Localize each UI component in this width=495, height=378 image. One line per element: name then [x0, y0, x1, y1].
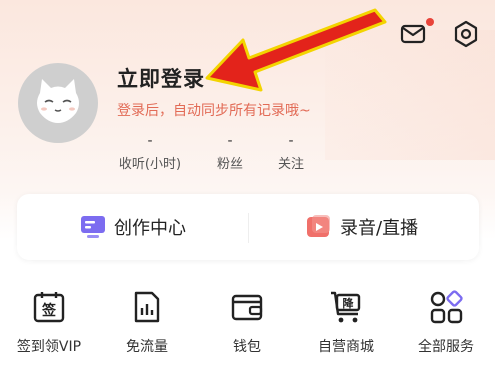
record-live-icon	[307, 215, 330, 237]
notification-dot	[426, 18, 434, 26]
stat-label: 关注	[277, 157, 304, 172]
stat-label: 粉丝	[216, 157, 243, 172]
annotation-arrow	[195, 0, 395, 110]
all-services-icon	[430, 290, 463, 324]
stat-following[interactable]: - 关注	[266, 131, 316, 172]
creator-center-icon	[81, 216, 105, 238]
stat-fans[interactable]: - 粉丝	[205, 131, 255, 172]
stat-value: -	[147, 133, 153, 149]
mall-cart-icon: 降	[331, 291, 361, 323]
creator-center-button[interactable]: 创作中心	[80, 212, 186, 242]
quick-free-data[interactable]: 免流量	[102, 290, 192, 356]
record-live-button[interactable]: 录音/直播	[306, 212, 418, 242]
stat-label: 收听(小时)	[118, 157, 182, 172]
avatar[interactable]	[18, 63, 98, 143]
login-title[interactable]: 立即登录	[117, 63, 205, 93]
quick-label: 签到领VIP	[16, 339, 82, 355]
svg-text:签: 签	[41, 302, 57, 319]
stat-value: -	[288, 133, 294, 149]
stat-listening-hours[interactable]: - 收听(小时)	[112, 131, 188, 172]
stat-value: -	[227, 133, 233, 149]
record-live-label: 录音/直播	[340, 218, 419, 239]
quick-label: 钱包	[233, 339, 261, 355]
quick-sign-in-vip[interactable]: 签 签到领VIP	[4, 290, 94, 356]
quick-label: 免流量	[126, 339, 168, 355]
quick-mall[interactable]: 降 自营商城	[301, 290, 391, 356]
card-divider	[248, 213, 249, 243]
wallet-icon	[231, 294, 263, 321]
quick-wallet[interactable]: 钱包	[202, 290, 292, 356]
creator-center-label: 创作中心	[114, 218, 186, 239]
settings-icon	[454, 20, 478, 48]
quick-label: 全部服务	[418, 339, 474, 355]
svg-text:降: 降	[343, 296, 355, 310]
settings-button[interactable]	[450, 18, 482, 50]
arrow-icon	[205, 8, 387, 92]
quick-all-services[interactable]: 全部服务	[401, 290, 491, 356]
sign-in-icon: 签	[33, 292, 65, 323]
cat-avatar-icon	[37, 79, 79, 123]
free-data-icon	[134, 291, 160, 323]
quick-label: 自营商城	[318, 339, 374, 355]
